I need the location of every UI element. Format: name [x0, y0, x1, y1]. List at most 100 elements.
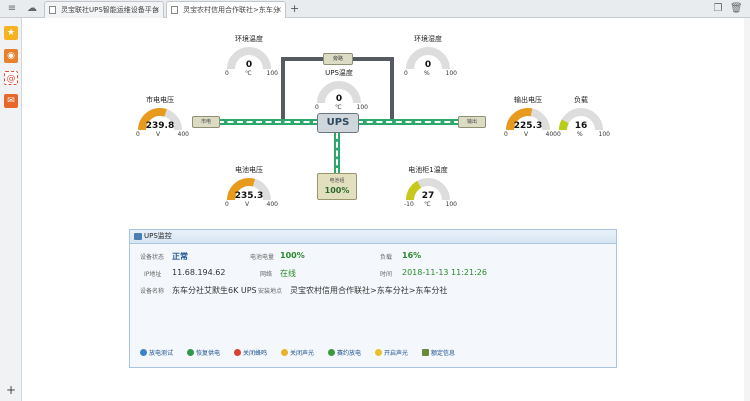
trash-icon[interactable]: 🗑: [730, 3, 743, 15]
mail-at-icon[interactable]: @: [4, 71, 18, 85]
gift-icon[interactable]: ✉: [4, 94, 18, 108]
gauge-value: 239.8: [145, 121, 175, 131]
battery-label: 电池组: [329, 178, 345, 184]
location-value: 灵宝农村信用合作联社>东车分社>东车分社: [290, 286, 448, 295]
output-node: 输出: [458, 116, 486, 128]
gauge-env-temp: 环境温度 0 0 ℃ 100: [224, 34, 278, 77]
battery-level-label: 电池电量: [250, 254, 275, 261]
load-value: 16%: [402, 251, 422, 260]
cloud-icon[interactable]: ☁: [26, 3, 38, 15]
restore-power-button[interactable]: 恢复供电: [187, 348, 220, 357]
restore-icon[interactable]: ❐: [712, 3, 724, 15]
mute-buzzer-button[interactable]: 关闭蜂鸣: [234, 348, 267, 357]
sidebar: ★ ◉ @ ✉ +: [0, 18, 22, 401]
browser-tab-bar: ≡ ☁ 灵宝联社UPS智能运维设备平台 × 灵宝农村信用合作联社>东车分 × +…: [0, 0, 750, 18]
ip-label: IP地址: [144, 271, 162, 278]
gauge-value: 0: [424, 60, 432, 70]
gauge-min: 0: [136, 131, 140, 138]
gauge-unit: ℃: [335, 104, 342, 111]
scheduled-discharge-button[interactable]: 赛约放电: [328, 348, 361, 357]
discharge-test-button[interactable]: 放电测试: [140, 348, 173, 357]
battery-level-value: 100%: [280, 251, 305, 260]
load-label: 负载: [380, 254, 393, 261]
gauge-unit: ℃: [245, 70, 252, 77]
page-icon: [171, 6, 178, 14]
gauge-min: 0: [225, 201, 229, 208]
scrollbar[interactable]: [744, 18, 750, 401]
status-label: 设备状态: [140, 254, 165, 261]
mains-input-label: 市电: [200, 119, 211, 125]
battery-wire: [334, 133, 340, 174]
close-icon[interactable]: ×: [275, 2, 282, 18]
gauge-unit: ℃: [424, 201, 431, 208]
panel-title: UPS监控: [144, 232, 172, 240]
gauge-value: 235.3: [234, 191, 264, 201]
star-icon[interactable]: ★: [4, 26, 18, 40]
location-label: 安装地点: [258, 288, 283, 295]
monitor-icon: [134, 233, 142, 240]
gauge-env-humidity: 环境湿度 0 0% 100: [403, 34, 457, 77]
rated-info-button[interactable]: 额定信息: [422, 348, 455, 357]
weibo-icon[interactable]: ◉: [4, 49, 18, 63]
action-label: 额定信息: [431, 350, 456, 357]
gauge-unit: %: [424, 70, 430, 77]
ups-monitor-panel: UPS监控 设备状态 正常 电池电量 100% 负载 16% IP地址 11.6…: [129, 229, 617, 368]
power-icon: [187, 349, 194, 356]
gauge-min: -10: [404, 201, 414, 208]
output-label: 输出: [466, 119, 477, 125]
input-wire: [218, 119, 319, 125]
test-icon: [140, 349, 147, 356]
tab-label: 灵宝农村信用合作联社>东车分: [183, 6, 280, 14]
time-label: 时间: [380, 271, 393, 278]
ups-unit[interactable]: UPS: [317, 113, 359, 133]
ip-value: 11.68.194.62: [172, 268, 226, 277]
mains-input-node: 市电: [192, 116, 220, 128]
tab-label: 灵宝联社UPS智能运维设备平台: [61, 6, 159, 14]
network-value: 在线: [280, 269, 296, 278]
new-tab-button[interactable]: +: [290, 2, 299, 15]
disable-alarm-light-button[interactable]: 关闭声光: [281, 348, 314, 357]
bypass-label: 旁路: [332, 56, 343, 62]
action-label: 恢复供电: [196, 350, 221, 357]
gauge-unit: V: [156, 131, 161, 138]
network-label: 网络: [260, 271, 273, 278]
gauge-unit: V: [524, 131, 529, 138]
gauge-value: 27: [421, 191, 435, 201]
gauge-max: 100: [356, 104, 368, 111]
gauge-max: 100: [445, 70, 457, 77]
gauge-max: 400: [177, 131, 189, 138]
gauge-value: 16: [574, 121, 588, 131]
action-label: 放电测试: [149, 350, 174, 357]
output-wire: [357, 119, 460, 125]
tab-dongche-branch[interactable]: 灵宝农村信用合作联社>东车分 ×: [166, 1, 286, 18]
gauge-max: 100: [445, 201, 457, 208]
close-icon[interactable]: ×: [153, 2, 160, 18]
status-value: 正常: [172, 252, 188, 261]
gauge-battery-voltage: 电池电压 235.3 0 V 400: [224, 165, 278, 208]
gauge-value: 0: [335, 94, 343, 104]
gauge-mains-voltage: 市电电压 239.8 0 V 400: [135, 95, 189, 138]
enable-alarm-light-button[interactable]: 开启声光: [375, 348, 408, 357]
buzzer-icon: [234, 349, 241, 356]
bulb-on-icon: [375, 349, 382, 356]
action-label: 关闭蜂鸣: [243, 350, 268, 357]
tab-ups-platform[interactable]: 灵宝联社UPS智能运维设备平台 ×: [44, 1, 164, 18]
gauge-max: 400: [266, 201, 278, 208]
gauge-value: 0: [245, 60, 253, 70]
panel-header: UPS监控: [130, 230, 616, 244]
action-label: 赛约放电: [337, 350, 362, 357]
menu-icon[interactable]: ≡: [6, 3, 18, 15]
book-icon: [422, 349, 429, 356]
bulb-icon: [281, 349, 288, 356]
gauge-min: 0: [557, 131, 561, 138]
gauge-max: 100: [598, 131, 610, 138]
action-label: 开启声光: [384, 350, 409, 357]
gauge-min: 0: [225, 70, 229, 77]
time-value: 2018-11-13 11:21:26: [402, 268, 487, 277]
gauge-ups-temp: UPS温度 0 0 ℃ 100: [314, 68, 368, 111]
add-sidebar-button[interactable]: +: [6, 383, 16, 397]
gauge-unit: V: [245, 201, 250, 208]
schedule-icon: [328, 349, 335, 356]
bypass-line-left: [281, 57, 285, 123]
gauge-min: 0: [404, 70, 408, 77]
